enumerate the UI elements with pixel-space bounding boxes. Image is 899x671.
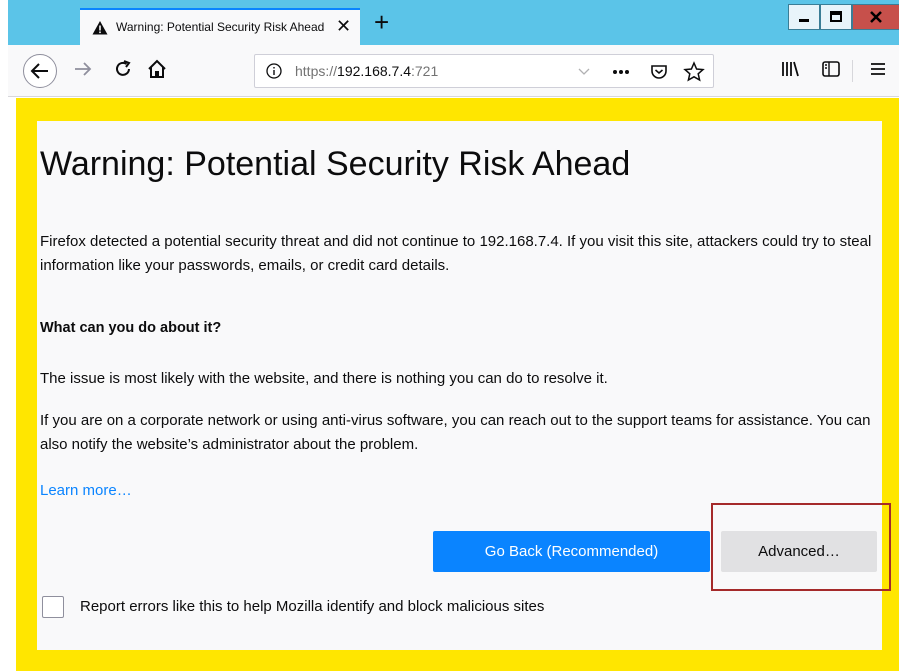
close-icon [870, 11, 882, 23]
url-text: https://192.168.7.4:721 [295, 63, 438, 79]
url-host: 192.168.7.4 [337, 63, 411, 79]
info-icon[interactable] [266, 63, 282, 79]
forward-arrow-icon[interactable] [72, 58, 94, 80]
url-port: :721 [411, 63, 439, 79]
minimize-button[interactable] [788, 4, 820, 30]
sidebar-icon[interactable] [820, 58, 842, 80]
back-button[interactable] [23, 54, 57, 88]
close-tab-icon[interactable]: ✕ [336, 16, 351, 36]
pocket-icon[interactable] [649, 62, 669, 82]
title-bar: Warning: Potential Security Risk Ahead ✕… [8, 0, 899, 45]
tab-active[interactable]: Warning: Potential Security Risk Ahead ✕ [80, 8, 360, 45]
new-tab-button[interactable]: + [374, 9, 389, 35]
library-icon[interactable] [779, 58, 801, 80]
dropdown-chevron-icon[interactable] [577, 67, 591, 77]
what-can-you-do-heading: What can you do about it? [40, 320, 222, 336]
page-title: Warning: Potential Security Risk Ahead [40, 145, 631, 183]
bookmark-star-icon[interactable] [683, 61, 705, 83]
close-window-button[interactable] [852, 4, 899, 30]
minimize-icon [799, 19, 809, 22]
maximize-button[interactable] [820, 4, 852, 30]
home-icon[interactable] [146, 58, 168, 80]
back-arrow-icon [30, 63, 48, 79]
tab-title: Warning: Potential Security Risk Ahead [116, 20, 325, 34]
toolbar-separator [852, 60, 853, 82]
url-bar[interactable]: https://192.168.7.4:721 [254, 54, 714, 88]
corporate-network-text: If you are on a corporate network or usi… [40, 412, 871, 453]
url-scheme: https:// [295, 63, 338, 79]
annotation-box [711, 503, 891, 591]
go-back-button[interactable]: Go Back (Recommended) [433, 531, 710, 572]
report-errors-label[interactable]: Report errors like this to help Mozilla … [80, 598, 544, 615]
issue-text: The issue is most likely with the websit… [40, 370, 608, 387]
maximize-icon [830, 11, 842, 22]
warning-icon [92, 21, 108, 35]
intro-text: Firefox detected a potential security th… [40, 233, 872, 274]
navigation-toolbar: https://192.168.7.4:721 [8, 45, 899, 97]
reload-icon[interactable] [112, 58, 134, 80]
menu-icon[interactable] [867, 58, 889, 80]
report-errors-checkbox[interactable] [42, 596, 64, 618]
learn-more-link[interactable]: Learn more… [40, 482, 132, 499]
page-actions-icon[interactable] [611, 64, 631, 80]
